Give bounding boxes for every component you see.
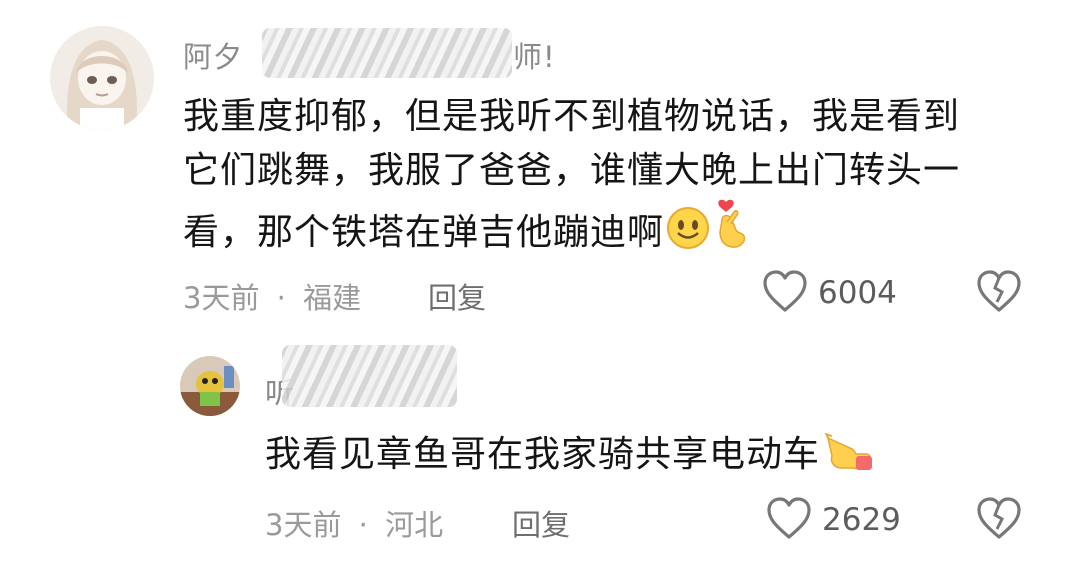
heart-icon[interactable]: [762, 270, 808, 318]
comment-line: 我重度抑郁，但是我听不到植物说话，我是看到: [183, 96, 961, 137]
reply-button[interactable]: 回复: [512, 502, 570, 544]
like-count: 6004: [818, 275, 897, 311]
crossed-fingers-heart-emoji: [712, 198, 752, 266]
comment-line: 它们跳舞，我服了爸爸，谁懂大晚上出门转头一: [183, 150, 961, 191]
comment-text: 我重度抑郁，但是我听不到植物说话，我是看到 它们跳舞，我服了爸爸，谁懂大晚上出门…: [183, 90, 1053, 266]
broken-heart-icon[interactable]: [976, 270, 1022, 318]
username-end-text: 师!: [513, 40, 556, 74]
reply-button[interactable]: 回复: [428, 275, 486, 317]
heart-icon[interactable]: [766, 497, 812, 545]
comment-line: 看，那个铁塔在弹吉他蹦迪啊: [183, 198, 1053, 266]
location: 福建: [303, 281, 362, 315]
username-redaction: [262, 28, 512, 78]
meta-separator: ·: [358, 508, 368, 542]
comment-text: 我看见章鱼哥在我家骑共享电动车: [265, 428, 1025, 488]
comment-line-text: 我看见章鱼哥在我家骑共享电动车: [265, 434, 821, 475]
timestamp: 3天前: [183, 281, 260, 315]
location: 河北: [385, 508, 444, 542]
avatar[interactable]: [180, 356, 240, 416]
comment-meta: 3天前 · 河北: [265, 502, 443, 544]
comment-meta: 3天前 · 福建: [183, 275, 361, 317]
like-count: 2629: [822, 502, 901, 538]
pointing-hand-emoji: [822, 430, 874, 488]
username-redaction: [282, 345, 457, 407]
username-visible-start: 阿夕: [183, 40, 244, 74]
broken-heart-icon[interactable]: [976, 497, 1022, 545]
timestamp: 3天前: [265, 508, 342, 542]
avatar[interactable]: [50, 26, 154, 130]
comment-line-text: 看，那个铁塔在弹吉他蹦迪啊: [183, 212, 665, 253]
smile-emoji: [666, 206, 710, 266]
username-visible-end: 师!: [513, 34, 556, 76]
username[interactable]: 阿夕: [183, 34, 243, 76]
meta-separator: ·: [276, 281, 286, 315]
